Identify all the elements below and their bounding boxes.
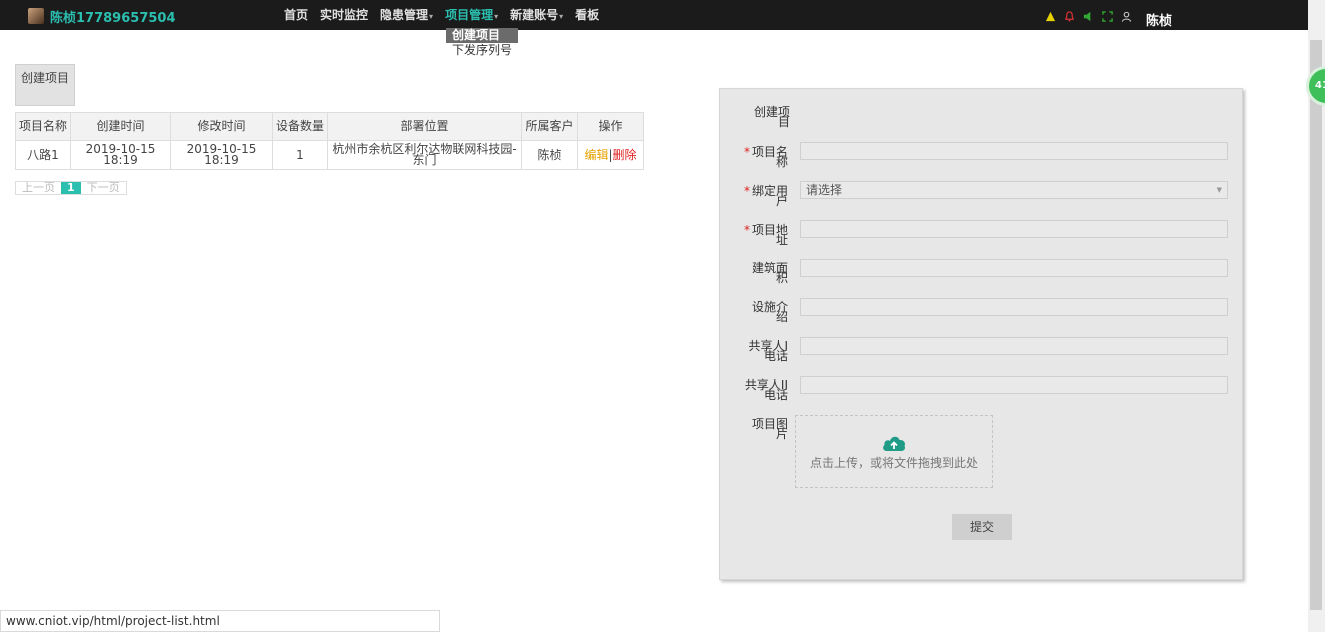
label-sharer1-phone: 共享人I电话 bbox=[748, 339, 788, 363]
label-facility-intro: 设施介绍 bbox=[751, 300, 788, 324]
pagination: 上一页 1 下一页 bbox=[15, 181, 127, 195]
label-sharer2-phone: 共享人II电话 bbox=[744, 378, 788, 402]
audio-icon[interactable] bbox=[1083, 11, 1094, 22]
avatar bbox=[28, 8, 44, 24]
nav-project[interactable]: 项目管理▾ bbox=[439, 6, 504, 23]
label-building-area: 建筑面积 bbox=[751, 261, 788, 285]
image-upload-dropzone[interactable]: 点击上传，或将文件拖拽到此处 bbox=[795, 415, 993, 488]
nav-hazard[interactable]: 隐患管理▾ bbox=[374, 6, 439, 23]
cloud-upload-icon bbox=[883, 436, 906, 451]
col-header: 项目名称 bbox=[15, 112, 71, 141]
required-mark: * bbox=[744, 184, 750, 198]
cell-location: 杭州市余杭区利尔达物联网科技园-东门 bbox=[327, 140, 522, 170]
required-mark: * bbox=[744, 145, 750, 159]
delete-link[interactable]: 删除 bbox=[613, 148, 637, 162]
status-bar-url: www.cniot.vip/html/project-list.html bbox=[0, 610, 440, 632]
table-row: 八路1 2019-10-15 18:19 2019-10-15 18:19 1 … bbox=[15, 140, 644, 170]
cell-devices: 1 bbox=[272, 140, 328, 170]
create-project-form: 创建项目 * 项目名称 * 绑定用户 请选择 ▼ * 项目地址 建筑面积 设施介绍 共享… bbox=[719, 88, 1243, 580]
cell-actions: 编辑|删除 bbox=[577, 140, 644, 170]
building-area-input[interactable] bbox=[800, 259, 1228, 277]
label-project-name: * 项目名称 bbox=[744, 145, 789, 169]
fullscreen-icon[interactable] bbox=[1102, 11, 1113, 22]
nav-board[interactable]: 看板 bbox=[569, 6, 605, 23]
brand-name: 陈桢17789657504 bbox=[50, 10, 176, 26]
edit-link[interactable]: 编辑 bbox=[584, 148, 608, 162]
next-page-button[interactable]: 下一页 bbox=[81, 182, 126, 194]
current-page[interactable]: 1 bbox=[61, 182, 81, 194]
bell-icon[interactable] bbox=[1064, 11, 1075, 22]
col-header: 设备数量 bbox=[272, 112, 328, 141]
scrollbar-thumb[interactable] bbox=[1310, 40, 1322, 610]
submenu-issue-serial[interactable]: 下发序列号 bbox=[446, 43, 518, 58]
caret-icon: ▾ bbox=[429, 12, 434, 21]
project-address-input[interactable] bbox=[800, 220, 1228, 238]
status-icons bbox=[1045, 11, 1132, 22]
nav-home[interactable]: 首页 bbox=[278, 6, 314, 23]
facility-intro-input[interactable] bbox=[800, 298, 1228, 316]
cell-modified: 2019-10-15 18:19 bbox=[170, 140, 273, 170]
brand[interactable]: 陈桢17789657504 bbox=[28, 6, 176, 26]
cell-created: 2019-10-15 18:19 bbox=[70, 140, 171, 170]
label-project-address: * 项目地址 bbox=[744, 223, 789, 247]
form-title: 创建项目 bbox=[753, 105, 790, 129]
main-nav: 首页 实时监控 隐患管理▾ 项目管理▾ 新建账号▾ 看板 bbox=[278, 6, 605, 23]
col-header: 所属客户 bbox=[521, 112, 578, 141]
sharer2-phone-input[interactable] bbox=[800, 376, 1228, 394]
col-header: 创建时间 bbox=[70, 112, 171, 141]
label-bind-user: * 绑定用户 bbox=[744, 184, 789, 208]
project-submenu: 创建项目 下发序列号 bbox=[446, 28, 518, 58]
submit-button[interactable]: 提交 bbox=[952, 514, 1012, 540]
required-mark: * bbox=[744, 223, 750, 237]
col-header: 操作 bbox=[577, 112, 644, 141]
top-navbar: 陈桢17789657504 首页 实时监控 隐患管理▾ 项目管理▾ 新建账号▾ … bbox=[0, 0, 1308, 30]
caret-icon: ▾ bbox=[494, 12, 499, 21]
col-header: 部署位置 bbox=[327, 112, 522, 141]
nav-account[interactable]: 新建账号▾ bbox=[504, 6, 569, 23]
cell-name: 八路1 bbox=[15, 140, 71, 170]
upload-hint: 点击上传，或将文件拖拽到此处 bbox=[809, 456, 978, 470]
user-icon[interactable] bbox=[1121, 11, 1132, 22]
table-header-row: 项目名称 创建时间 修改时间 设备数量 部署位置 所属客户 操作 bbox=[15, 112, 644, 141]
nav-monitor[interactable]: 实时监控 bbox=[314, 6, 374, 23]
project-table: 项目名称 创建时间 修改时间 设备数量 部署位置 所属客户 操作 八路1 201… bbox=[15, 112, 644, 170]
label-project-image: 项目图片 bbox=[751, 417, 788, 441]
sharer1-phone-input[interactable] bbox=[800, 337, 1228, 355]
col-header: 修改时间 bbox=[170, 112, 273, 141]
create-project-button[interactable]: 创建项目 bbox=[15, 64, 75, 106]
bind-user-select[interactable]: 请选择 ▼ bbox=[800, 181, 1228, 199]
warning-icon[interactable] bbox=[1045, 11, 1056, 22]
submenu-create-project[interactable]: 创建项目 bbox=[446, 28, 518, 43]
caret-icon: ▾ bbox=[559, 12, 564, 21]
chevron-down-icon: ▼ bbox=[1216, 186, 1222, 194]
cell-customer: 陈桢 bbox=[521, 140, 578, 170]
user-name[interactable]: 陈桢 bbox=[1146, 10, 1172, 29]
project-name-input[interactable] bbox=[800, 142, 1228, 160]
prev-page-button[interactable]: 上一页 bbox=[16, 182, 61, 194]
